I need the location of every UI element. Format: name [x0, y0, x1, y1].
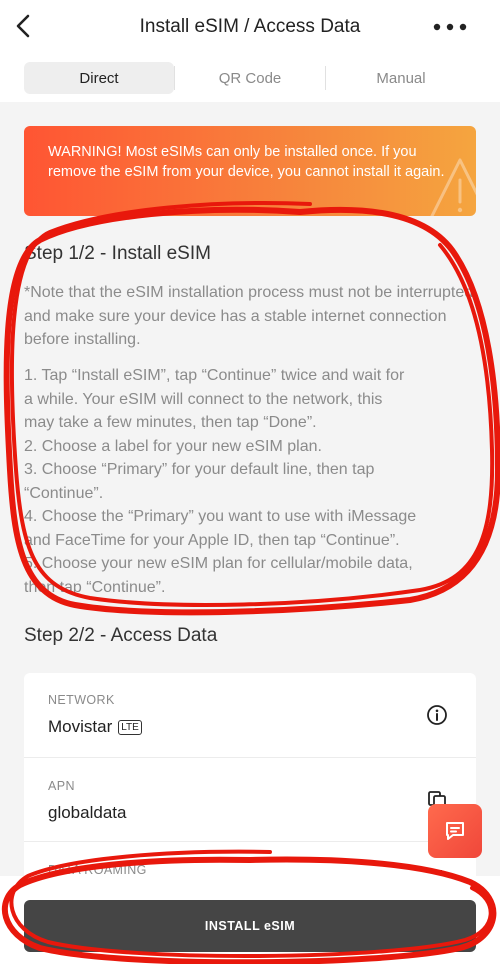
access-data-card: NETWORK Movistar LTE APN globaldata DATA …	[24, 673, 476, 903]
instruction-line: then tap “Continue”.	[24, 578, 166, 596]
network-value: Movistar LTE	[48, 717, 142, 737]
apn-value: globaldata	[48, 803, 127, 822]
instruction-line: and FaceTime for your Apple ID, then tap…	[24, 531, 400, 549]
info-icon[interactable]	[426, 704, 448, 726]
instruction-line: 2. Choose a label for your new eSIM plan…	[24, 437, 322, 455]
network-row: NETWORK Movistar LTE	[24, 673, 476, 758]
instruction-line: 3. Choose “Primary” for your default lin…	[24, 461, 375, 478]
instruction-line: may take a few minutes, then tap “Done”.	[24, 414, 317, 431]
tab-direct[interactable]: Direct	[24, 62, 174, 94]
warning-banner: WARNING! Most eSIMs can only be installe…	[24, 126, 476, 216]
install-esim-button[interactable]: INSTALL eSIM	[24, 900, 476, 952]
network-name: Movistar	[48, 717, 113, 736]
tab-qr-code[interactable]: QR Code	[175, 62, 325, 94]
bottom-action-bar: INSTALL eSIM	[0, 876, 500, 964]
header: Install eSIM / Access Data Direct QR Cod…	[0, 0, 500, 102]
step1-note: *Note that the eSIM installation process…	[24, 284, 474, 348]
chat-icon	[446, 822, 464, 840]
network-label: NETWORK	[48, 693, 115, 707]
instruction-line: 1. Tap “Install eSIM”, tap “Continue” tw…	[24, 367, 405, 384]
step1-instructions: 1. Tap “Install eSIM”, tap “Continue” tw…	[24, 364, 494, 599]
chat-button[interactable]	[428, 804, 482, 858]
lte-badge: LTE	[118, 720, 142, 735]
apn-label: APN	[48, 779, 75, 793]
warning-text: WARNING! Most eSIMs can only be installe…	[48, 144, 445, 180]
step2-title: Step 2/2 - Access Data	[24, 625, 218, 646]
page-title: Install eSIM / Access Data	[139, 16, 361, 37]
step1-title: Step 1/2 - Install eSIM	[24, 243, 211, 264]
instruction-line: 4. Choose the “Primary” you want to use …	[24, 508, 417, 525]
more-options-icon[interactable]	[430, 20, 470, 34]
back-arrow-icon[interactable]	[10, 12, 38, 40]
tab-manual[interactable]: Manual	[326, 62, 476, 94]
instruction-line: a while. Your eSIM will connect to the n…	[24, 390, 383, 408]
app-screen: Install eSIM / Access Data Direct QR Cod…	[0, 0, 500, 964]
data-roaming-label: DATA ROAMING	[48, 863, 147, 877]
install-method-tabs: Direct QR Code Manual	[24, 62, 476, 94]
instruction-line: 5. Choose your new eSIM plan for cellula…	[24, 555, 413, 572]
apn-row: APN globaldata	[24, 757, 476, 842]
instruction-line: “Continue”.	[24, 484, 104, 502]
